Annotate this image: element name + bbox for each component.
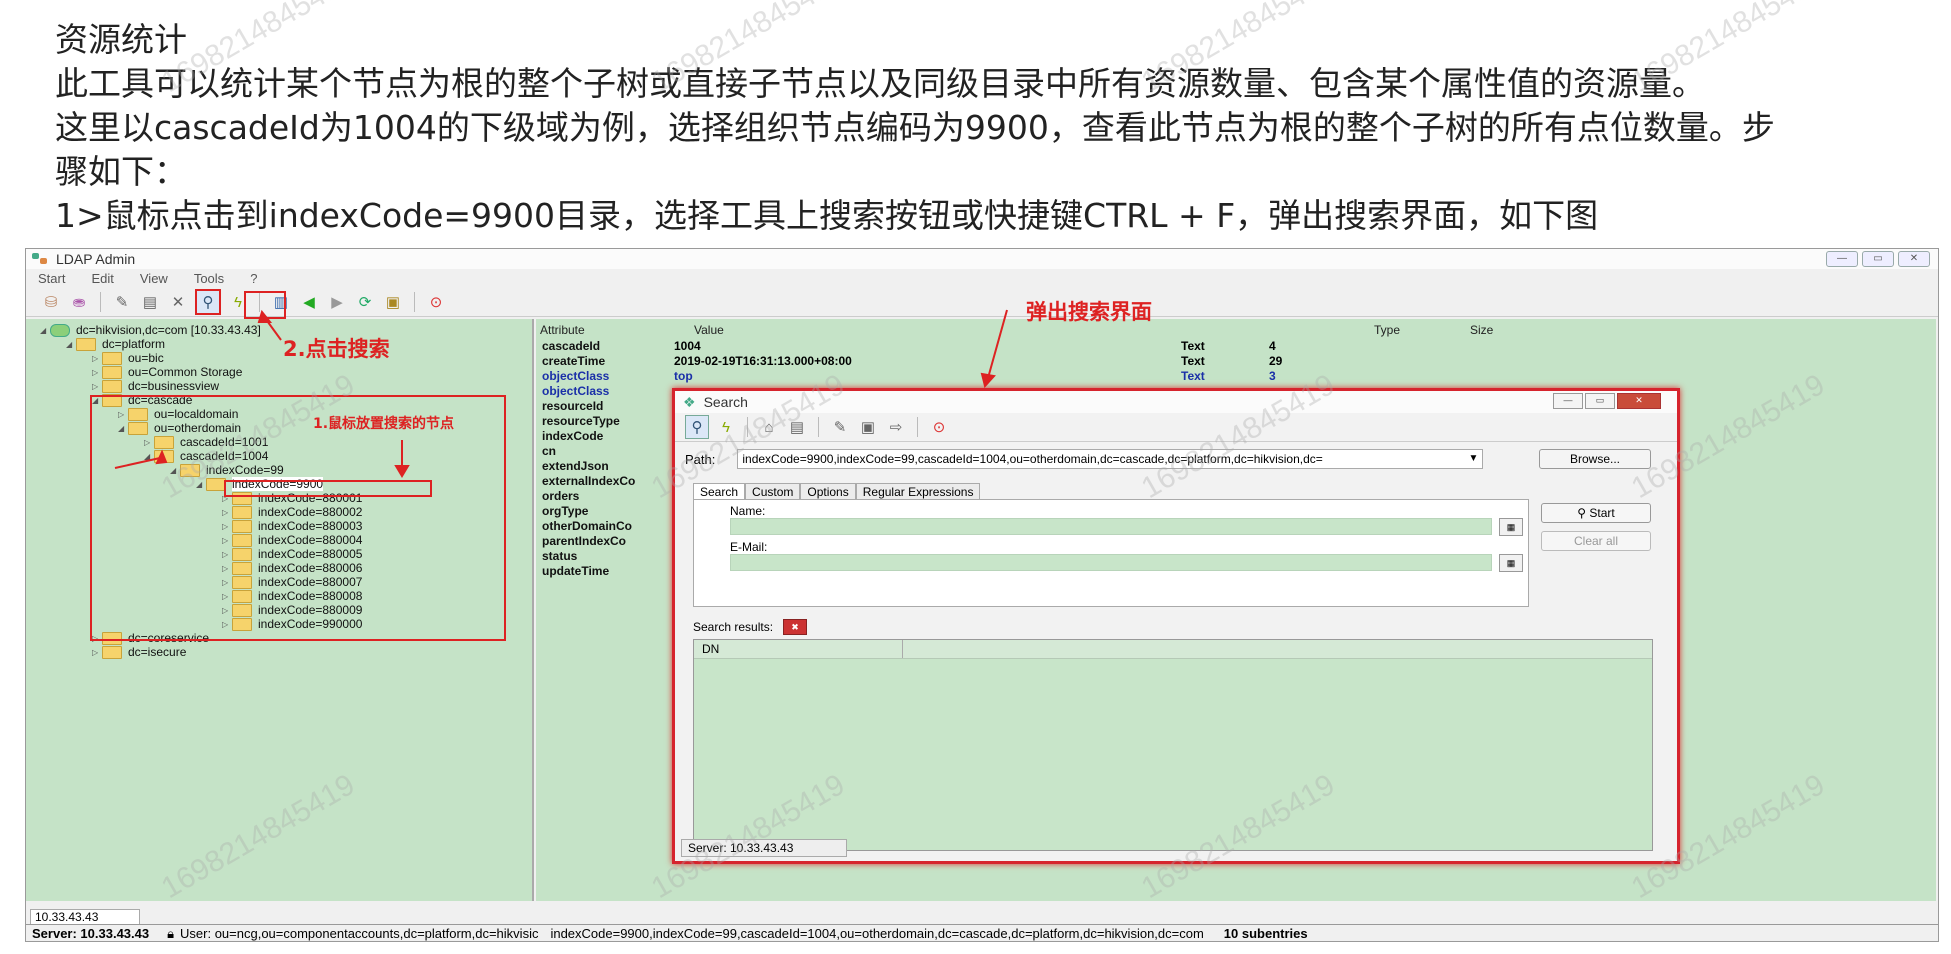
arrow-to-dialog: [987, 309, 1008, 379]
arrow-head-search: [257, 309, 273, 323]
arrow-head-dialog: [980, 372, 996, 389]
annotation-arrows: [114, 309, 1008, 478]
arrow-head-node: [394, 465, 410, 478]
arrow-left: [114, 457, 161, 469]
